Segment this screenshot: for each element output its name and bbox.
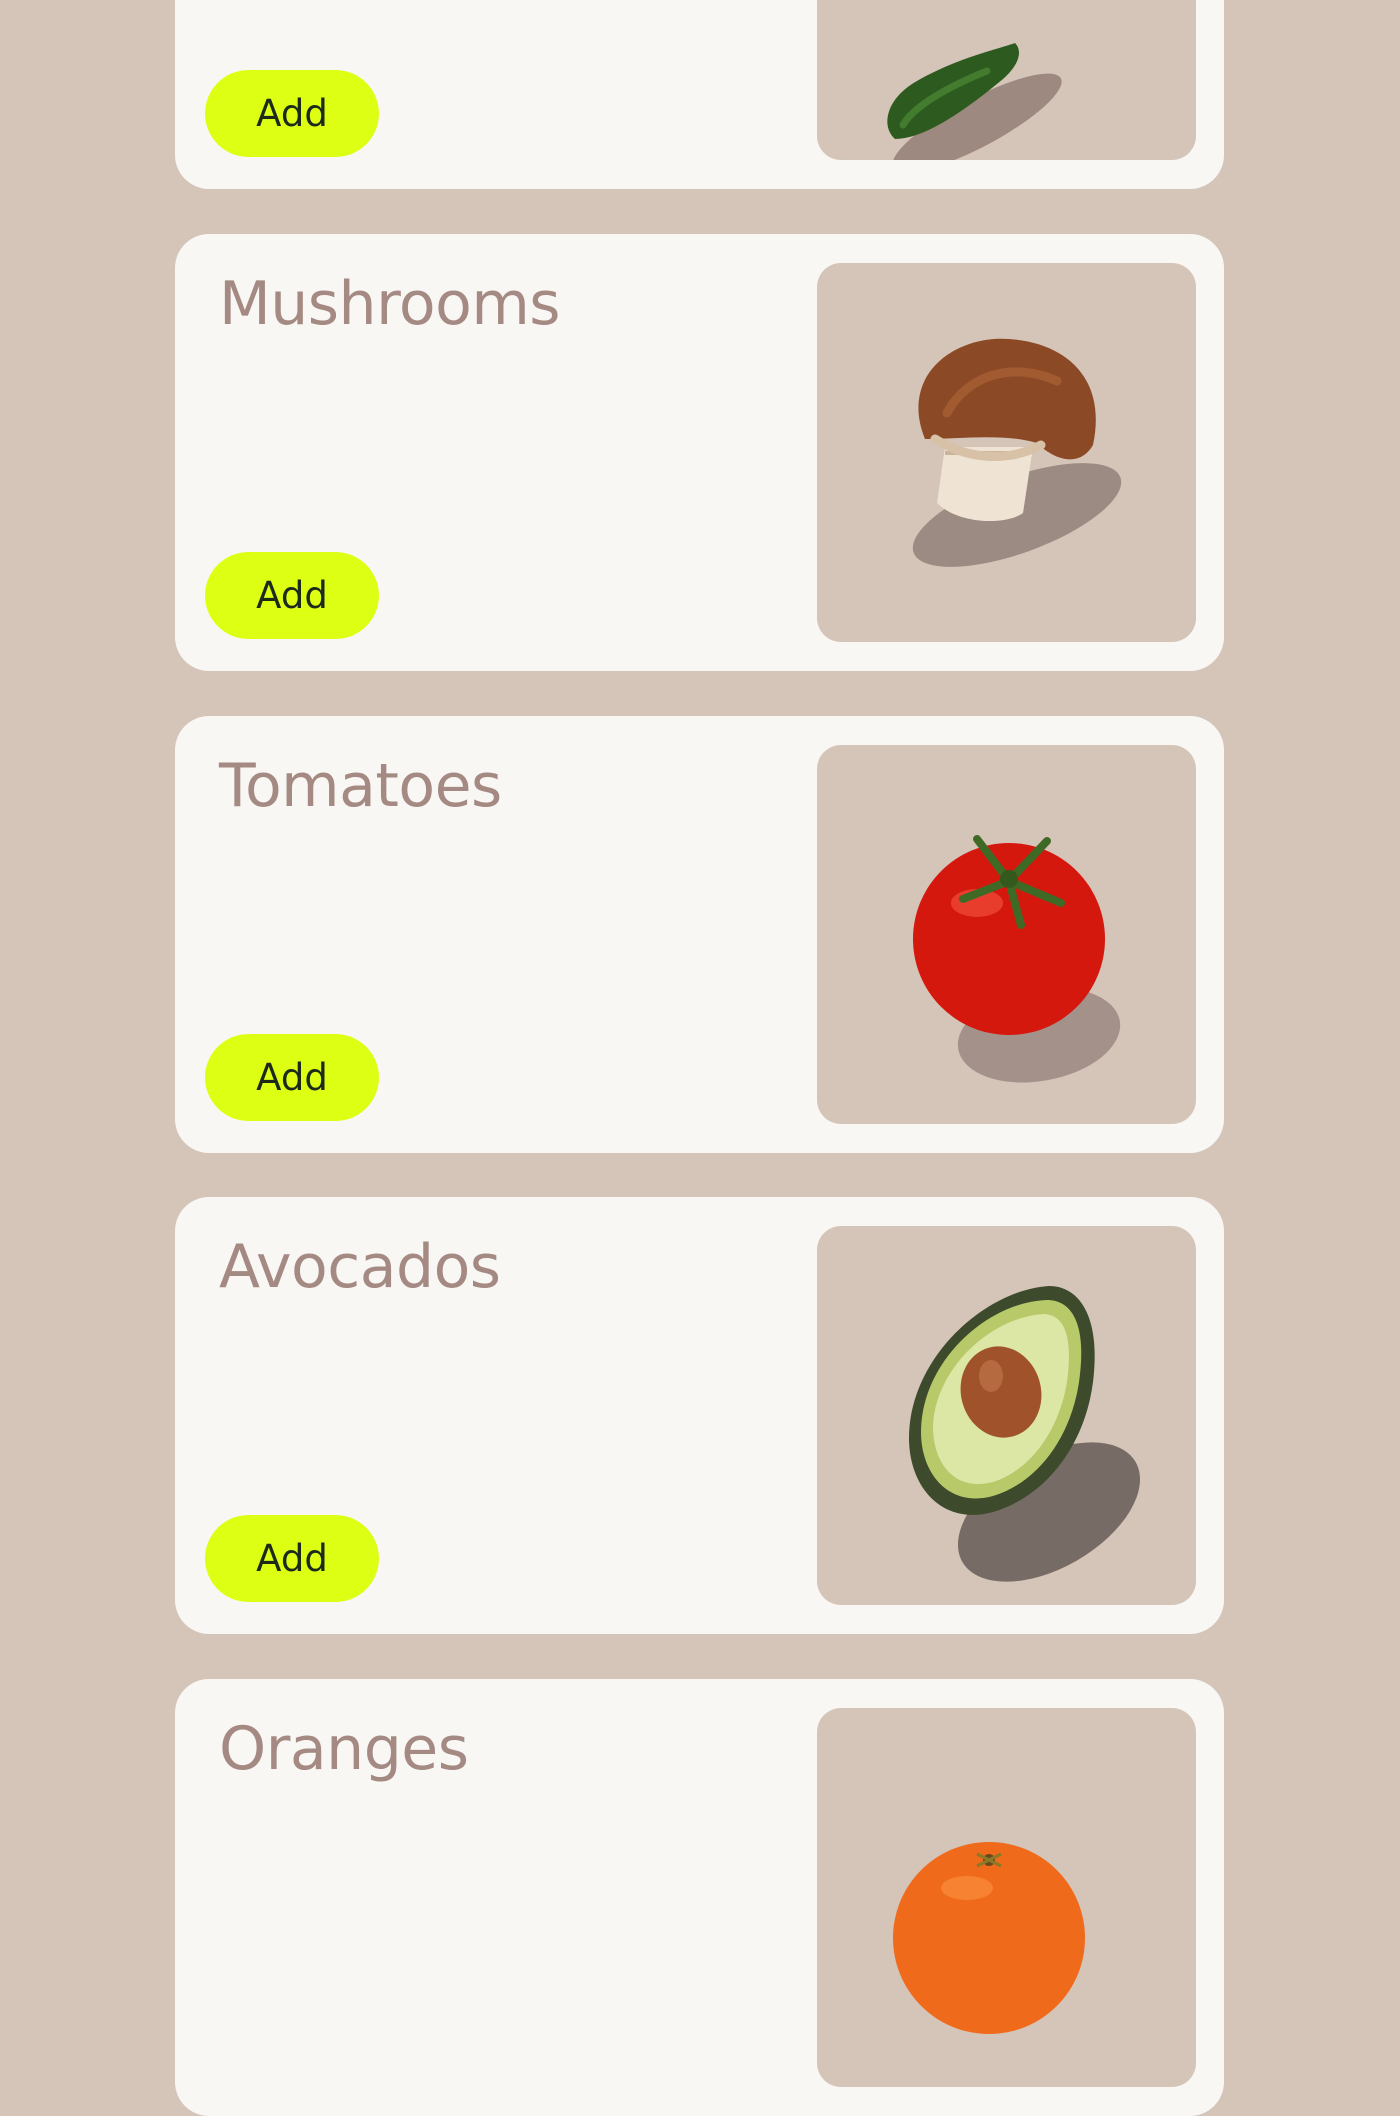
product-name: Avocados — [219, 1232, 501, 1302]
orange-image — [817, 1708, 1196, 2087]
product-card-avocados: Avocados Add — [175, 1197, 1224, 1634]
product-name: Mushrooms — [219, 269, 561, 339]
product-card-tomatoes: Tomatoes Add — [175, 716, 1224, 1153]
tomato-image — [817, 745, 1196, 1124]
product-card-mushrooms: Mushrooms Add — [175, 234, 1224, 671]
product-name: Oranges — [219, 1714, 469, 1784]
pepper-image — [817, 0, 1196, 160]
avocado-image — [817, 1226, 1196, 1605]
add-button[interactable]: Add — [205, 1515, 379, 1602]
add-button[interactable]: Add — [205, 70, 379, 157]
mushroom-image — [817, 263, 1196, 642]
add-button[interactable]: Add — [205, 552, 379, 639]
add-button[interactable]: Add — [205, 1034, 379, 1121]
product-card-oranges: Oranges — [175, 1679, 1224, 2116]
product-name: Tomatoes — [219, 751, 502, 821]
product-card-pepper: Add — [175, 0, 1224, 189]
